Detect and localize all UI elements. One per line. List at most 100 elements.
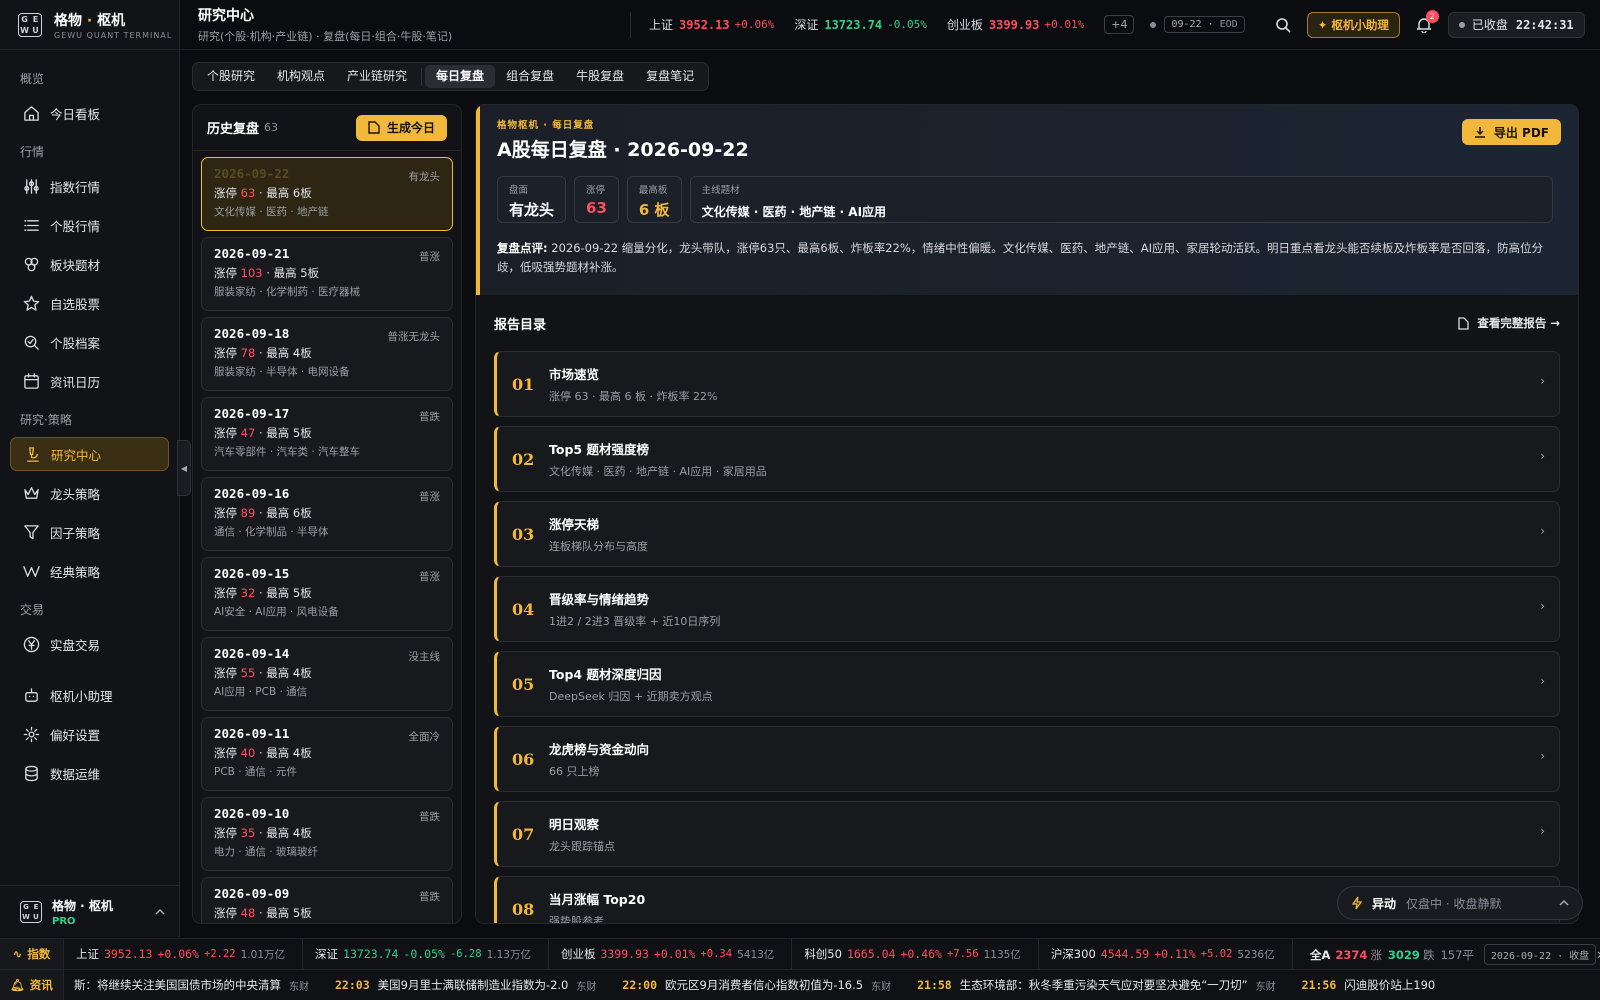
sidebar-item-yen[interactable]: 实盘交易 xyxy=(10,627,169,661)
toc-description: 66 只上榜 xyxy=(549,765,600,778)
history-card[interactable]: 2026-09-17 普跌 涨停 47 · 最高 5板 汽车零部件 · 汽车类 · 汽… xyxy=(201,397,453,471)
history-card[interactable]: 2026-09-22 有龙头 涨停 63 · 最高 6板 文化传媒 · 医药 · 地产… xyxy=(201,157,453,231)
notification-button[interactable]: 2 xyxy=(1416,9,1439,33)
news-item[interactable]: 22:03 美国9月里士满联储制造业指数为-2.0 东财 xyxy=(335,977,596,993)
stat-value: 6 板 xyxy=(638,201,670,219)
toc-number: 04 xyxy=(512,599,535,619)
history-card[interactable]: 2026-09-09 普跌 涨停 48 · 最高 5板 xyxy=(201,877,453,923)
history-card[interactable]: 2026-09-14 没主线 涨停 55 · 最高 4板 AI应用 · PCB · 通… xyxy=(201,637,453,711)
sidebar-item-wave[interactable]: 经典策略 xyxy=(10,554,169,588)
index-value: 1665.04 xyxy=(846,947,896,961)
sidebar-item-label: 自选股票 xyxy=(50,296,101,312)
research-tabs: 个股研究 机构观点 产业链研究 每日复盘 组合复盘 牛股复盘 复盘笔记 xyxy=(192,62,710,91)
microscope-icon xyxy=(23,445,41,463)
ticker-value: 3952.13 xyxy=(679,17,730,32)
sidebar-item-crown[interactable]: 龙头策略 xyxy=(10,476,169,510)
toc-item[interactable]: 01 市场速览 涨停 63 · 最高 6 板 · 炸板率 22% › xyxy=(494,351,1560,417)
sidebar-item-sliders[interactable]: 指数行情 xyxy=(10,169,169,203)
brand[interactable]: G E W U 格物 · 枢机 GEWU QUANT TERMINAL xyxy=(0,0,179,50)
assistant-button[interactable]: ✦ 枢机小助理 xyxy=(1306,11,1400,38)
history-card[interactable]: 2026-09-15 普涨 涨停 32 · 最高 5板 AI安全 · AI应用 · 风… xyxy=(201,557,453,631)
anomaly-widget[interactable]: 异动 仅盘中 · 收盘静默 xyxy=(1337,886,1583,920)
news-time: 22:00 xyxy=(622,978,658,992)
history-card[interactable]: 2026-09-21 普涨 涨停 103 · 最高 5板 服装家纺 · 化学制药 · … xyxy=(201,237,453,311)
history-limit-count: 47 xyxy=(240,426,256,440)
app-root: G E W U 格物 · 枢机 GEWU QUANT TERMINAL 概览 今日… xyxy=(0,0,1600,1000)
news-item[interactable]: 21:56 闪迪股价站上190 xyxy=(1302,977,1444,993)
search-icon[interactable] xyxy=(1275,17,1291,33)
sidebar-item-robot[interactable]: 枢机小助理 xyxy=(10,678,169,712)
report-comment: 复盘点评: 2026-09-22 缩量分化，龙头带队，涨停63只、最高6板、炸板… xyxy=(497,241,1544,274)
toc-description: DeepSeek 归因 + 近期卖方观点 xyxy=(549,690,713,703)
calendar-icon xyxy=(22,372,40,390)
sidebar-item-label: 因子策略 xyxy=(50,525,101,541)
index-item[interactable]: 上证 3952.13 +0.06% +2.22 1.01万亿 xyxy=(64,939,304,969)
data-date-badge: 09-22 · EOD xyxy=(1164,16,1245,33)
index-item[interactable]: 沪深300 4544.59 +0.11% +5.02 5236亿 xyxy=(1039,939,1293,969)
toc-item[interactable]: 07 明日观察 龙头跟踪锚点 › xyxy=(494,801,1560,867)
index-value: 13723.74 xyxy=(343,947,399,961)
news-item[interactable]: 斯：将继续关注美国国债市场的中央清算 东财 xyxy=(66,977,309,993)
toc-item[interactable]: 05 Top4 题材深度归因 DeepSeek 归因 + 近期卖方观点 › xyxy=(494,651,1560,717)
index-item[interactable]: 创业板 3399.93 +0.01% +0.34 5413亿 xyxy=(549,939,793,969)
generate-today-button[interactable]: 生成今日 xyxy=(355,114,447,141)
tab-group2-2[interactable]: 牛股复盘 xyxy=(565,65,635,88)
view-full-report-link[interactable]: 查看完整报告 → xyxy=(1458,315,1560,331)
news-item[interactable]: 22:00 欧元区9月消费者信心指数初值为-16.5 东财 xyxy=(622,977,891,993)
sidebar-item-filter[interactable]: 因子策略 xyxy=(10,515,169,549)
page-subtitle: 研究(个股·机构·产业链) · 复盘(每日·组合·牛股·笔记) xyxy=(198,30,453,43)
tab-group1-1[interactable]: 机构观点 xyxy=(266,65,336,88)
history-tag: 普跌 xyxy=(419,411,440,423)
toc-item[interactable]: 02 Top5 题材强度榜 文化传媒 · 医药 · 地产链 · AI应用 · 家居用… xyxy=(494,426,1560,492)
export-pdf-button[interactable]: 导出 PDF xyxy=(1461,119,1561,145)
history-high-board: 6板 xyxy=(292,186,312,200)
history-date: 2026-09-09 xyxy=(214,886,290,901)
sidebar-item-home[interactable]: 今日看板 xyxy=(10,96,169,130)
sidebar-footer[interactable]: GEWU 格物 · 枢机 PRO xyxy=(0,885,179,937)
tab-group1-0[interactable]: 个股研究 xyxy=(196,65,266,88)
sidebar-item-calendar[interactable]: 资讯日历 xyxy=(10,364,169,398)
news-item[interactable]: 21:58 生态环境部：秋冬季重污染天气应对要坚决避免“一刀切” 东财 xyxy=(917,977,1276,993)
toc-item[interactable]: 04 晋级率与情绪趋势 1进2 / 2进3 晋级率 + 近10日序列 › xyxy=(494,576,1560,642)
history-card[interactable]: 2026-09-10 普跌 涨停 35 · 最高 4板 电力 · 通信 · 玻璃玻纤 xyxy=(201,797,453,871)
ticker-item[interactable]: 深证 13723.74 -0.05% xyxy=(794,16,927,33)
sidebar-item-star[interactable]: 自选股票 xyxy=(10,286,169,320)
toc-description: 连板梯队分布与高度 xyxy=(549,540,648,553)
ticker-item[interactable]: 创业板 3399.93 +0.01% xyxy=(947,16,1084,33)
toc-item[interactable]: 03 涨停天梯 连板梯队分布与高度 › xyxy=(494,501,1560,567)
sidebar-item-list[interactable]: 个股行情 xyxy=(10,208,169,242)
index-item[interactable]: 科创50 1665.04 +0.46% +7.56 1135亿 xyxy=(792,939,1039,969)
chevron-right-icon: › xyxy=(1540,824,1545,838)
toc-item[interactable]: 06 龙虎榜与资金动向 66 只上榜 › xyxy=(494,726,1560,792)
status-dot xyxy=(1150,21,1157,28)
close-icon[interactable]: ✕ xyxy=(1596,948,1600,962)
tab-group2-0[interactable]: 每日复盘 xyxy=(425,65,496,88)
toc-name: 市场速览 xyxy=(549,367,600,382)
sidebar-item-database[interactable]: 数据运维 xyxy=(10,756,169,790)
sidebar-item-search-doc[interactable]: 个股档案 xyxy=(10,325,169,359)
sidebar-item-gear[interactable]: 偏好设置 xyxy=(10,717,169,751)
chevron-up-icon[interactable] xyxy=(1559,898,1569,908)
history-card[interactable]: 2026-09-18 普涨无龙头 涨停 78 · 最高 4板 服装家纺 · 半导体 ·… xyxy=(201,317,453,391)
tab-group1-2[interactable]: 产业链研究 xyxy=(336,65,418,88)
toc-title: 报告目录 xyxy=(494,317,547,333)
index-change: +0.34 xyxy=(700,948,733,960)
history-title: 历史复盘 xyxy=(207,122,260,137)
history-card[interactable]: 2026-09-16 普涨 涨停 89 · 最高 6板 通信 · 化学制品 · 半导体 xyxy=(201,477,453,551)
sidebar-item-microscope[interactable]: 研究中心 xyxy=(10,437,169,471)
history-card[interactable]: 2026-09-11 全面冷 涨停 40 · 最高 4板 PCB · 通信 · 元件 xyxy=(201,717,453,791)
chevron-up-icon[interactable] xyxy=(155,907,165,917)
nav-section-title: 交易 xyxy=(20,603,45,617)
tab-group2-3[interactable]: 复盘笔记 xyxy=(635,65,705,88)
ticker-item[interactable]: 上证 3952.13 +0.06% xyxy=(649,16,774,33)
history-high-board: 4板 xyxy=(292,666,312,680)
sidebar-item-cluster[interactable]: 板块题材 xyxy=(10,247,169,281)
history-summary: 涨停 78 · 最高 4板 xyxy=(214,346,312,360)
history-panel: 历史复盘 63 生成今日 2026-09-22 有龙头 涨停 63 · 最高 6板文… xyxy=(192,104,462,924)
index-item[interactable]: 深证 13723.74 -0.05% -6.28 1.13万亿 xyxy=(303,939,549,969)
sidebar-collapse-handle[interactable]: ◀ xyxy=(177,440,191,496)
more-indices-badge[interactable]: +4 xyxy=(1104,15,1135,34)
history-date: 2026-09-22 xyxy=(214,166,290,181)
chevron-right-icon: › xyxy=(1540,674,1545,688)
tab-group2-1[interactable]: 组合复盘 xyxy=(495,65,565,88)
